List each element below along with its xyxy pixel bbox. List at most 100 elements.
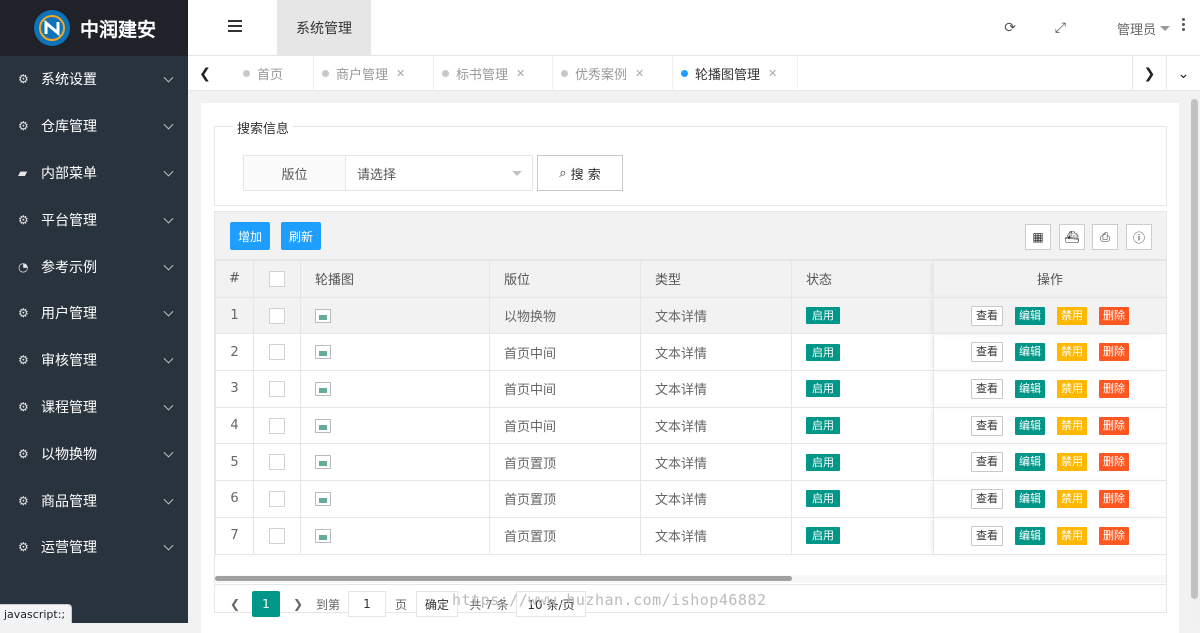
disable-button[interactable]: 禁用	[1057, 526, 1087, 545]
sidebar-item-7[interactable]: ⚙ 课程管理	[0, 384, 188, 431]
edit-button[interactable]: 编辑	[1015, 416, 1045, 435]
goto-page-input[interactable]: 1	[348, 591, 386, 617]
disable-button[interactable]: 禁用	[1057, 343, 1087, 362]
refresh-button[interactable]: 刷新	[281, 222, 321, 250]
edit-button[interactable]: 编辑	[1015, 526, 1045, 545]
print-icon[interactable]: ⎙	[1092, 224, 1118, 250]
tab-3[interactable]: 优秀案例 ✕	[553, 56, 673, 91]
row-checkbox[interactable]	[269, 344, 285, 361]
table-row[interactable]: 6 首页置顶 文本详情 启用 查看 编辑 禁用 删除	[215, 480, 1167, 518]
page-current[interactable]: 1	[252, 591, 280, 617]
row-checkbox[interactable]	[269, 490, 285, 507]
col-status[interactable]: 状态	[791, 260, 934, 298]
delete-button[interactable]: 删除	[1099, 526, 1129, 545]
select-all-checkbox[interactable]	[269, 270, 285, 287]
add-button[interactable]: 增加	[230, 222, 270, 250]
row-select[interactable]	[253, 516, 301, 555]
tab-0[interactable]: 首页	[235, 56, 314, 91]
table-horizontal-scrollbar[interactable]	[215, 575, 1166, 583]
sidebar-item-8[interactable]: ⚙ 以物换物	[0, 430, 188, 477]
sidebar-item-3[interactable]: ⚙ 平台管理	[0, 196, 188, 243]
view-button[interactable]: 查看	[971, 452, 1003, 473]
fullscreen-icon[interactable]: ⤢	[1055, 20, 1066, 36]
delete-button[interactable]: 删除	[1099, 343, 1129, 362]
sidebar-item-0[interactable]: ⚙ 系统设置	[0, 56, 188, 103]
info-icon[interactable]: ⓘ	[1126, 224, 1152, 250]
table-row[interactable]: 5 首页置顶 文本详情 启用 查看 编辑 禁用 删除	[215, 443, 1167, 482]
sidebar-item-4[interactable]: ◔ 参考示例	[0, 243, 188, 290]
close-icon[interactable]: ✕	[768, 67, 777, 80]
next-page-icon[interactable]: ❯	[286, 591, 310, 617]
delete-button[interactable]: 删除	[1099, 453, 1129, 472]
row-checkbox[interactable]	[269, 307, 285, 324]
delete-button[interactable]: 删除	[1099, 306, 1129, 325]
disable-button[interactable]: 禁用	[1057, 416, 1087, 435]
close-icon[interactable]: ✕	[396, 67, 405, 80]
page-scrollbar[interactable]	[1189, 91, 1200, 623]
col-type[interactable]: 类型	[640, 260, 792, 298]
refresh-icon[interactable]: ⟳	[1004, 20, 1016, 36]
brand-logo[interactable]: 中润建安	[0, 0, 188, 56]
sidebar-item-5[interactable]: ⚙ 用户管理	[0, 290, 188, 337]
row-checkbox[interactable]	[269, 380, 285, 397]
tab-2[interactable]: 标书管理 ✕	[434, 56, 553, 91]
row-checkbox[interactable]	[269, 417, 285, 434]
row-select[interactable]	[253, 333, 301, 372]
sidebar-item-2[interactable]: ▰ 内部菜单	[0, 150, 188, 197]
table-row[interactable]: 1 以物换物 文本详情 启用 查看 编辑 禁用 删除	[215, 296, 1167, 335]
view-button[interactable]: 查看	[971, 305, 1003, 326]
view-button[interactable]: 查看	[971, 488, 1003, 509]
export-icon[interactable]: ⛴	[1059, 224, 1085, 250]
search-button[interactable]: ⌕ 搜 索	[537, 155, 623, 191]
col-select-all[interactable]	[253, 260, 301, 298]
tabs-dropdown-icon[interactable]: ⌄	[1166, 56, 1200, 91]
disable-button[interactable]: 禁用	[1057, 453, 1087, 472]
row-select[interactable]	[253, 370, 301, 408]
sidebar-item-6[interactable]: ⚙ 审核管理	[0, 337, 188, 384]
tabs-scroll-right-icon[interactable]: ❯	[1132, 56, 1166, 91]
edit-button[interactable]: 编辑	[1015, 306, 1045, 325]
sidebar-item-9[interactable]: ⚙ 商品管理	[0, 477, 188, 524]
row-select[interactable]	[253, 296, 301, 335]
prev-page-icon[interactable]: ❮	[223, 591, 247, 617]
delete-button[interactable]: 删除	[1099, 379, 1129, 398]
tab-4[interactable]: 轮播图管理 ✕	[673, 56, 798, 91]
position-select[interactable]: 请选择	[345, 155, 533, 191]
menu-fold-icon[interactable]	[228, 20, 242, 32]
row-select[interactable]	[253, 443, 301, 482]
edit-button[interactable]: 编辑	[1015, 453, 1045, 472]
table-row[interactable]: 3 首页中间 文本详情 启用 查看 编辑 禁用 删除	[215, 370, 1167, 408]
columns-icon[interactable]: ▦	[1025, 224, 1051, 250]
view-button[interactable]: 查看	[971, 342, 1003, 363]
row-checkbox[interactable]	[269, 527, 285, 544]
disable-button[interactable]: 禁用	[1057, 306, 1087, 325]
table-row[interactable]: 2 首页中间 文本详情 启用 查看 编辑 禁用 删除	[215, 333, 1167, 372]
edit-button[interactable]: 编辑	[1015, 379, 1045, 398]
delete-button[interactable]: 删除	[1099, 489, 1129, 508]
view-button[interactable]: 查看	[971, 378, 1003, 399]
tabs-scroll-left-icon[interactable]: ❮	[188, 56, 222, 91]
row-select[interactable]	[253, 406, 301, 445]
sidebar-item-1[interactable]: ⚙ 仓库管理	[0, 103, 188, 150]
view-button[interactable]: 查看	[971, 525, 1003, 546]
col-image[interactable]: 轮播图	[300, 260, 490, 298]
view-button[interactable]: 查看	[971, 415, 1003, 436]
close-icon[interactable]: ✕	[635, 67, 644, 80]
close-icon[interactable]: ✕	[516, 67, 525, 80]
more-icon[interactable]	[1182, 18, 1186, 33]
edit-button[interactable]: 编辑	[1015, 489, 1045, 508]
sidebar-item-10[interactable]: ⚙ 运营管理	[0, 524, 188, 571]
edit-button[interactable]: 编辑	[1015, 343, 1045, 362]
top-nav-system-management[interactable]: 系统管理	[277, 0, 371, 56]
row-select[interactable]	[253, 480, 301, 518]
user-menu[interactable]: 管理员	[1117, 19, 1170, 38]
row-position: 首页中间	[489, 333, 641, 372]
delete-button[interactable]: 删除	[1099, 416, 1129, 435]
row-checkbox[interactable]	[269, 454, 285, 471]
disable-button[interactable]: 禁用	[1057, 489, 1087, 508]
tab-1[interactable]: 商户管理 ✕	[314, 56, 434, 91]
col-position[interactable]: 版位	[489, 260, 641, 298]
table-row[interactable]: 7 首页置顶 文本详情 启用 查看 编辑 禁用 删除	[215, 516, 1167, 555]
disable-button[interactable]: 禁用	[1057, 379, 1087, 398]
table-row[interactable]: 4 首页中间 文本详情 启用 查看 编辑 禁用 删除	[215, 406, 1167, 445]
